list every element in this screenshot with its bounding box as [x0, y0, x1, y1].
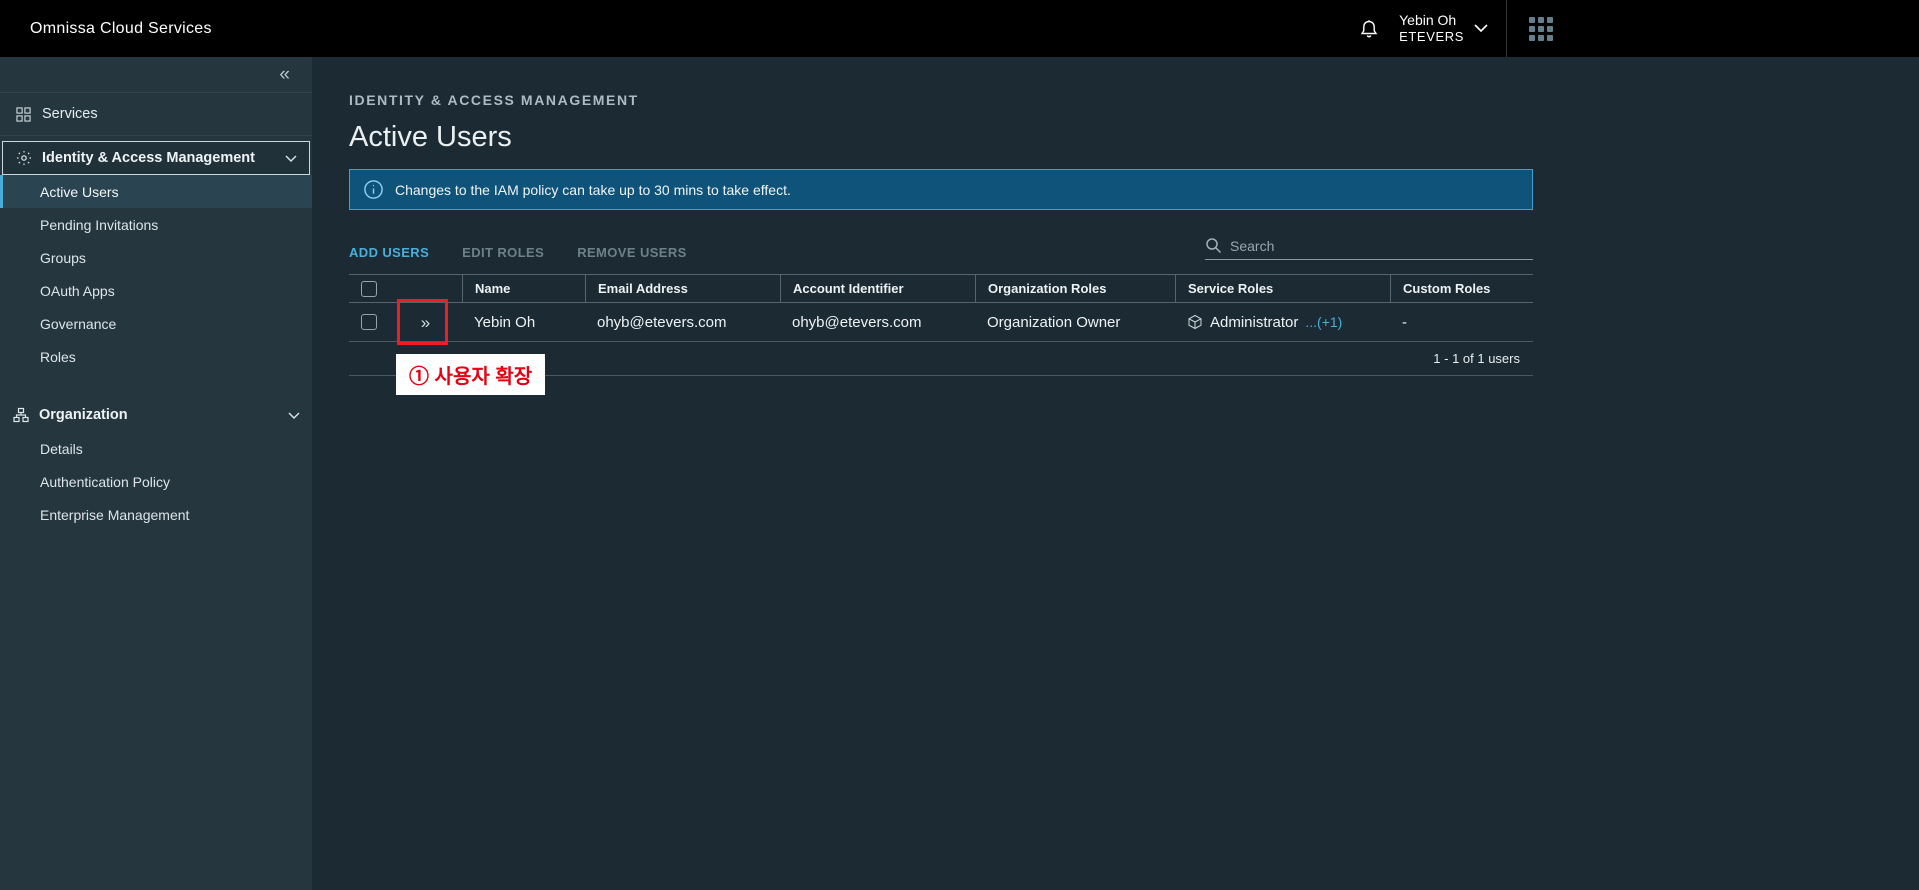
col-header-account: Account Identifier	[780, 275, 975, 302]
sidebar-item-label: Pending Invitations	[40, 217, 158, 233]
sidebar-item-enterprise-management[interactable]: Enterprise Management	[0, 498, 312, 531]
row-expand-cell: »	[389, 314, 462, 331]
sidebar: « Services	[0, 57, 312, 890]
search-input[interactable]	[1230, 238, 1533, 254]
chevron-down-icon	[288, 412, 300, 419]
services-icon	[16, 107, 31, 122]
sidebar-item-iam[interactable]: Identity & Access Management	[2, 141, 310, 175]
organization-icon	[13, 407, 29, 423]
app-window: Omnissa Cloud Services Yebin Oh ETEVERS	[0, 0, 1919, 890]
user-name: Yebin Oh	[1399, 11, 1456, 29]
sidebar-item-details[interactable]: Details	[0, 432, 312, 465]
annotation-label: ① 사용자 확장	[396, 354, 545, 395]
sidebar-item-organization[interactable]: Organization	[0, 398, 312, 432]
cell-email: ohyb@etevers.com	[585, 314, 780, 331]
sidebar-item-oauth-apps[interactable]: OAuth Apps	[0, 274, 312, 307]
organization-nav-group: Organization Details Authentication Poli…	[0, 393, 312, 531]
sidebar-item-label: Services	[42, 106, 98, 122]
main-content: IDENTITY & ACCESS MANAGEMENT Active User…	[312, 57, 1919, 890]
sidebar-item-pending-invitations[interactable]: Pending Invitations	[0, 208, 312, 241]
sidebar-item-governance[interactable]: Governance	[0, 307, 312, 340]
sidebar-item-roles[interactable]: Roles	[0, 340, 312, 373]
sidebar-item-label: Enterprise Management	[40, 507, 189, 523]
iam-icon	[16, 150, 32, 166]
user-menu[interactable]: Yebin Oh ETEVERS	[1399, 11, 1488, 46]
table-actions: ADD USERS EDIT ROLES REMOVE USERS	[349, 237, 1533, 260]
sidebar-item-label: Identity & Access Management	[42, 150, 255, 166]
expand-header-cell	[389, 275, 462, 302]
chevron-down-icon	[285, 155, 297, 162]
expand-row-button[interactable]: »	[421, 314, 430, 331]
col-header-custom-roles: Custom Roles	[1390, 275, 1533, 302]
sidebar-item-active-users[interactable]: Active Users	[0, 175, 312, 208]
select-all-checkbox[interactable]	[361, 281, 377, 297]
chevron-down-icon	[1474, 24, 1488, 32]
row-checkbox[interactable]	[361, 314, 377, 330]
app-title: Omnissa Cloud Services	[30, 20, 212, 38]
sidebar-item-label: Governance	[40, 316, 116, 332]
row-select-cell	[349, 314, 389, 330]
cell-name: Yebin Oh	[462, 314, 585, 331]
sidebar-collapse-button[interactable]: «	[0, 57, 312, 93]
bell-icon	[1357, 17, 1381, 41]
sidebar-item-services[interactable]: Services	[0, 93, 312, 135]
sidebar-item-authentication-policy[interactable]: Authentication Policy	[0, 465, 312, 498]
col-header-service-roles: Service Roles	[1175, 275, 1390, 302]
sidebar-item-label: Active Users	[40, 184, 119, 200]
search-icon	[1205, 237, 1222, 254]
sidebar-item-groups[interactable]: Groups	[0, 241, 312, 274]
collapse-icon: «	[279, 64, 290, 86]
sidebar-item-label: Organization	[39, 407, 128, 423]
sidebar-item-label: Authentication Policy	[40, 474, 170, 490]
iam-nav-group: Identity & Access Management Active User…	[0, 135, 312, 373]
sidebar-item-label: Roles	[40, 349, 76, 365]
search-box	[1205, 237, 1533, 260]
notifications-button[interactable]	[1357, 17, 1381, 41]
service-role-label: Administrator	[1210, 314, 1298, 331]
info-banner-text: Changes to the IAM policy can take up to…	[395, 182, 791, 198]
more-roles-link[interactable]: ...(+1)	[1305, 314, 1342, 330]
breadcrumb: IDENTITY & ACCESS MANAGEMENT	[349, 92, 1533, 108]
users-table: Name Email Address Account Identifier Or…	[349, 274, 1533, 376]
info-icon	[363, 179, 384, 200]
user-names: Yebin Oh ETEVERS	[1399, 11, 1464, 46]
user-org: ETEVERS	[1399, 29, 1464, 46]
edit-roles-button[interactable]: EDIT ROLES	[462, 245, 544, 260]
sidebar-item-label: Groups	[40, 250, 86, 266]
topbar-controls: Yebin Oh ETEVERS	[1357, 0, 1557, 57]
info-banner: Changes to the IAM policy can take up to…	[349, 169, 1533, 210]
cell-service-roles: Administrator ...(+1)	[1175, 314, 1390, 331]
top-bar: Omnissa Cloud Services Yebin Oh ETEVERS	[0, 0, 1919, 57]
service-cube-icon	[1187, 314, 1203, 330]
col-header-email: Email Address	[585, 275, 780, 302]
cell-custom-roles: -	[1390, 314, 1533, 331]
app-launcher-button[interactable]	[1525, 13, 1557, 45]
sidebar-item-label: OAuth Apps	[40, 283, 115, 299]
cell-org-roles: Organization Owner	[975, 314, 1175, 331]
cell-account: ohyb@etevers.com	[780, 314, 975, 331]
remove-users-button[interactable]: REMOVE USERS	[577, 245, 687, 260]
table-header-row: Name Email Address Account Identifier Or…	[349, 274, 1533, 303]
topbar-divider	[1506, 0, 1507, 57]
add-users-button[interactable]: ADD USERS	[349, 245, 429, 260]
page-title: Active Users	[349, 121, 1533, 154]
select-all-cell	[349, 275, 389, 302]
pagination-summary: 1 - 1 of 1 users	[1433, 351, 1520, 366]
table-row: » Yebin Oh ohyb@etevers.com ohyb@etevers…	[349, 303, 1533, 342]
col-header-org-roles: Organization Roles	[975, 275, 1175, 302]
sidebar-item-label: Details	[40, 441, 83, 457]
col-header-name: Name	[462, 275, 585, 302]
